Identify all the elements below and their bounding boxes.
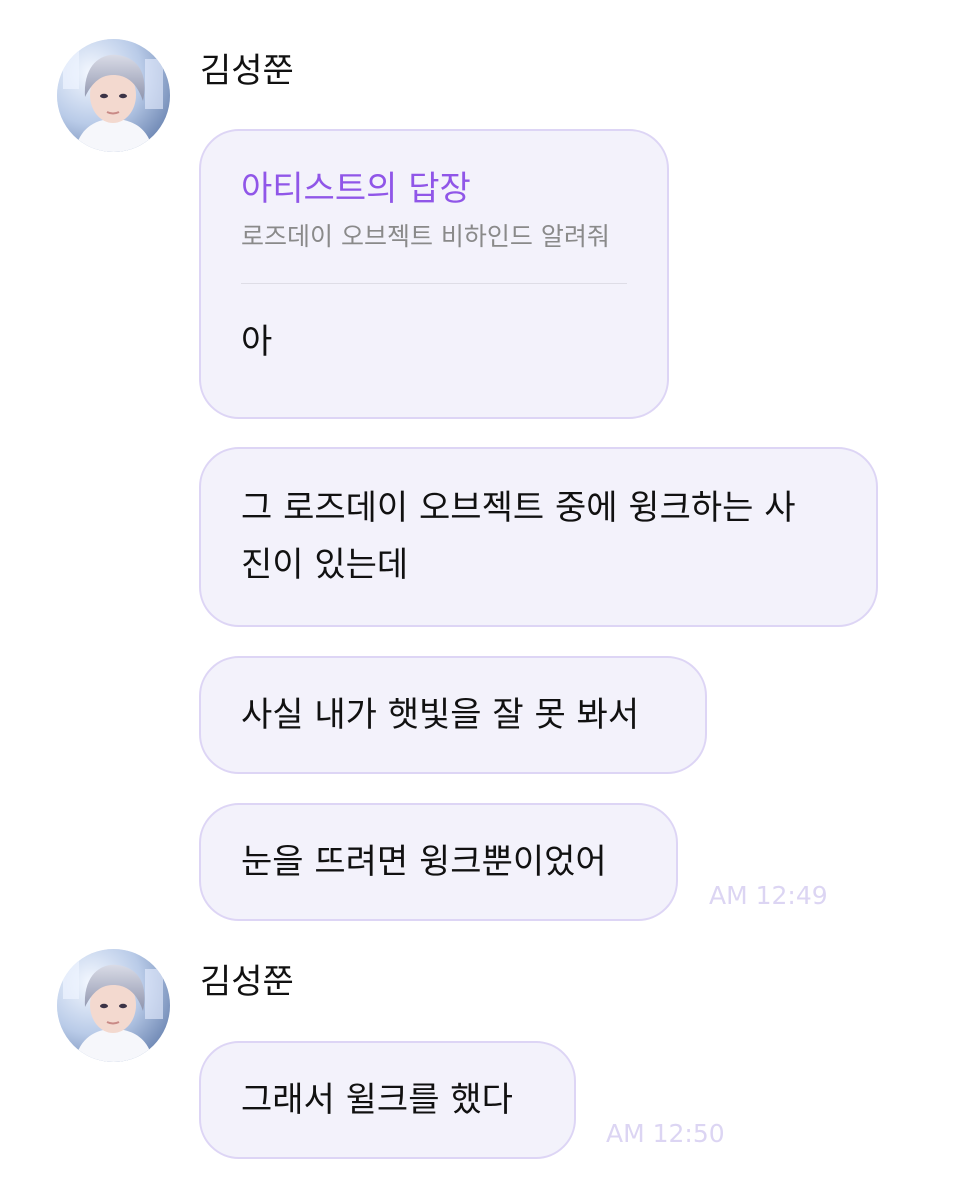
profile-photo-avatar-icon	[57, 949, 170, 1062]
sender-avatar[interactable]	[57, 949, 170, 1062]
message-bubble[interactable]: 그 로즈데이 오브젝트 중에 윙크하는 사 진이 있는데	[199, 447, 878, 627]
message-text: 눈을 뜨려면 윙크뿐이었어	[241, 842, 607, 882]
message-text: 그래서 윌크를 했다	[241, 1080, 513, 1120]
profile-photo-avatar-icon	[57, 39, 170, 152]
sender-name: 김성쭌	[200, 962, 294, 1002]
reply-quote: 로즈데이 오브젝트 비하인드 알려줘	[241, 222, 610, 251]
message-text: 사실 내가 햇빛을 잘 못 봐서	[241, 695, 640, 735]
message-timestamp: AM 12:49	[709, 881, 828, 910]
message-timestamp: AM 12:50	[606, 1119, 725, 1148]
message-text: 아	[241, 322, 273, 362]
message-bubble[interactable]: 사실 내가 햇빛을 잘 못 봐서	[199, 656, 707, 774]
reply-divider	[241, 283, 627, 284]
reply-title: 아티스트의 답장	[241, 169, 471, 209]
artist-reply-bubble[interactable]: 아티스트의 답장 로즈데이 오브젝트 비하인드 알려줘 아	[199, 129, 669, 419]
sender-avatar[interactable]	[57, 39, 170, 152]
message-bubble[interactable]: 눈을 뜨려면 윙크뿐이었어	[199, 803, 678, 921]
sender-name: 김성쭌	[200, 51, 294, 91]
message-text: 그 로즈데이 오브젝트 중에 윙크하는 사 진이 있는데	[241, 488, 796, 585]
message-bubble[interactable]: 그래서 윌크를 했다	[199, 1041, 576, 1159]
